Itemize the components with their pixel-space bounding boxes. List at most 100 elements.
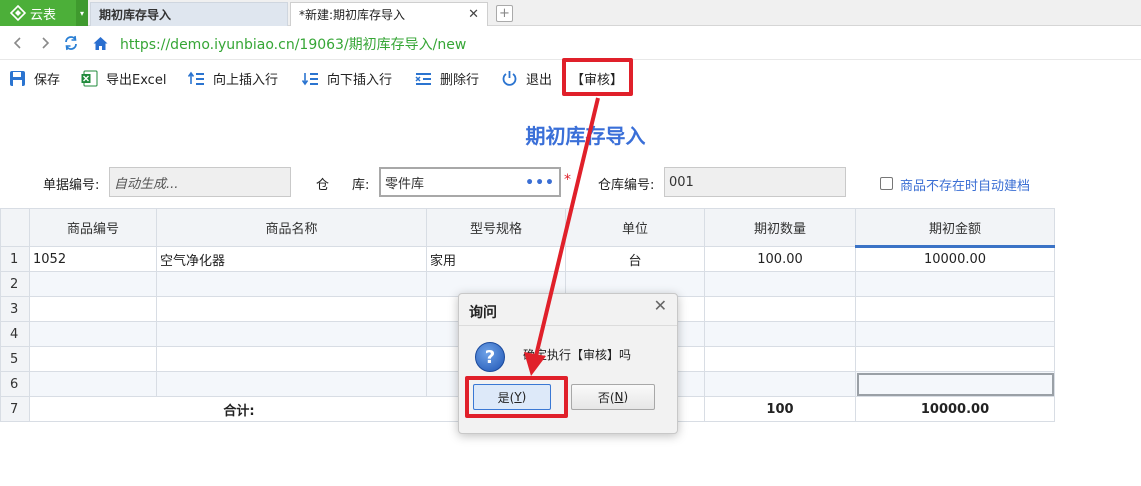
cell-product-name[interactable] <box>156 346 427 372</box>
cell-unit[interactable]: 台 <box>565 246 705 272</box>
refresh-icon[interactable] <box>61 33 81 53</box>
cell-product-name[interactable] <box>156 296 427 322</box>
tab-import-list[interactable]: 期初库存导入 <box>90 2 288 26</box>
app-menu-dropdown[interactable]: ▾ <box>76 0 88 26</box>
cell-product-code[interactable] <box>29 346 157 372</box>
cell-product-code[interactable] <box>29 271 157 297</box>
delete-row-icon <box>414 69 432 87</box>
question-icon: ? <box>475 342 505 372</box>
new-tab-button[interactable]: + <box>496 5 513 22</box>
tab-label: *新建:期初库存导入 <box>299 8 406 22</box>
app-logo-tab[interactable]: 云表 ▾ <box>0 0 88 26</box>
url-field[interactable]: https://demo.iyunbiao.cn/19063/期初库存导入/ne… <box>120 34 466 54</box>
exit-button[interactable]: 退出 <box>500 66 552 90</box>
cell-opening-amount[interactable] <box>855 271 1055 297</box>
app-name: 云表 <box>30 7 57 23</box>
insert-above-icon <box>187 69 205 87</box>
header-unit[interactable]: 单位 <box>565 208 705 247</box>
cell-product-name[interactable]: 空气净化器 <box>156 246 427 272</box>
home-icon[interactable] <box>90 33 110 53</box>
insert-row-below-button[interactable]: 向下插入行 <box>301 66 392 90</box>
warehouse-value: 零件库 <box>385 176 425 192</box>
insert-below-icon <box>301 69 319 87</box>
delete-row-label: 删除行 <box>440 72 480 88</box>
no-button[interactable]: 否(N) <box>571 384 655 410</box>
warehouse-field[interactable]: 零件库 ••• <box>379 167 561 197</box>
warehouse-code-label: 仓库编号: <box>598 178 655 193</box>
insert-up-label: 向上插入行 <box>213 72 279 88</box>
cell-opening-amount[interactable] <box>855 346 1055 372</box>
cell-opening-qty[interactable] <box>704 296 856 322</box>
no-accesskey: N <box>614 390 624 404</box>
no-end: ) <box>623 390 629 404</box>
row-number: 4 <box>0 321 30 347</box>
cell-product-name[interactable] <box>156 321 427 347</box>
cell-spec[interactable]: 家用 <box>426 246 566 272</box>
cell-opening-qty[interactable] <box>704 371 856 397</box>
cell-opening-qty[interactable]: 100.00 <box>704 246 856 272</box>
warehouse-label-2: 库: <box>352 178 370 193</box>
cell-product-code[interactable]: 1052 <box>29 246 157 272</box>
doc-no-field: 自动生成... <box>109 167 291 197</box>
table-row: 1 1052 空气净化器 家用 台 100.00 10000.00 <box>0 246 1055 272</box>
close-icon[interactable]: ✕ <box>654 296 667 315</box>
row-number: 5 <box>0 346 30 372</box>
annotation-highlight-yes <box>465 376 568 418</box>
auto-create-label[interactable]: 商品不存在时自动建档 <box>900 175 1030 194</box>
cell-product-code[interactable] <box>29 371 157 397</box>
header-spec[interactable]: 型号规格 <box>426 208 566 247</box>
export-label: 导出Excel <box>106 72 167 88</box>
tab-new-import[interactable]: *新建:期初库存导入 ✕ <box>290 2 488 26</box>
export-excel-button[interactable]: 导出Excel <box>80 66 166 90</box>
auto-create-checkbox[interactable] <box>880 177 893 190</box>
insert-down-label: 向下插入行 <box>327 72 393 88</box>
save-button[interactable]: 保存 <box>8 66 60 90</box>
cell-opening-amount[interactable] <box>855 296 1055 322</box>
cell-opening-qty[interactable] <box>704 346 856 372</box>
row-number: 3 <box>0 296 30 322</box>
warehouse-code-field: 001 <box>664 167 846 197</box>
page-title: 期初库存导入 <box>525 124 646 148</box>
tab-label: 期初库存导入 <box>99 8 172 22</box>
save-icon <box>8 69 26 87</box>
cell-product-code[interactable] <box>29 321 157 347</box>
row-number: 7 <box>0 396 30 422</box>
row-number: 2 <box>0 271 30 297</box>
dialog-divider <box>459 325 677 326</box>
cell-opening-amount[interactable] <box>855 371 1055 397</box>
cell-product-name[interactable] <box>156 271 427 297</box>
insert-row-above-button[interactable]: 向上插入行 <box>187 66 278 90</box>
tab-bar: 云表 ▾ 期初库存导入 *新建:期初库存导入 ✕ + <box>0 0 1141 26</box>
dialog-title: 询问 <box>469 305 497 321</box>
header-opening-amount[interactable]: 期初金额 <box>855 208 1055 248</box>
exit-label: 退出 <box>526 72 553 88</box>
cell-opening-amount[interactable] <box>855 321 1055 347</box>
header-product-name[interactable]: 商品名称 <box>156 208 427 247</box>
cell-opening-qty[interactable] <box>704 321 856 347</box>
logo-icon <box>10 5 26 21</box>
save-label: 保存 <box>34 72 61 88</box>
warehouse-label-1: 仓 <box>316 178 330 193</box>
back-icon[interactable] <box>8 33 28 53</box>
no-text: 否( <box>597 390 615 405</box>
grid-header-row: 商品编号 商品名称 型号规格 单位 期初数量 期初金额 <box>0 208 1055 248</box>
forward-icon[interactable] <box>35 33 55 53</box>
cell-product-code[interactable] <box>29 296 157 322</box>
power-icon <box>500 69 518 87</box>
doc-no-label: 单据编号: <box>43 178 100 193</box>
row-number: 1 <box>0 246 30 272</box>
close-icon[interactable]: ✕ <box>468 7 479 22</box>
header-product-code[interactable]: 商品编号 <box>29 208 157 247</box>
required-mark: * <box>564 172 571 188</box>
cell-opening-amount[interactable]: 10000.00 <box>855 246 1055 272</box>
cell-product-name[interactable] <box>156 371 427 397</box>
header-corner <box>0 208 30 247</box>
total-opening-qty: 100 <box>704 396 856 422</box>
excel-icon <box>80 69 98 87</box>
more-icon[interactable]: ••• <box>525 175 555 191</box>
header-opening-qty[interactable]: 期初数量 <box>704 208 856 247</box>
delete-row-button[interactable]: 删除行 <box>414 66 479 90</box>
cell-opening-qty[interactable] <box>704 271 856 297</box>
total-opening-amount: 10000.00 <box>855 396 1055 422</box>
row-number: 6 <box>0 371 30 397</box>
